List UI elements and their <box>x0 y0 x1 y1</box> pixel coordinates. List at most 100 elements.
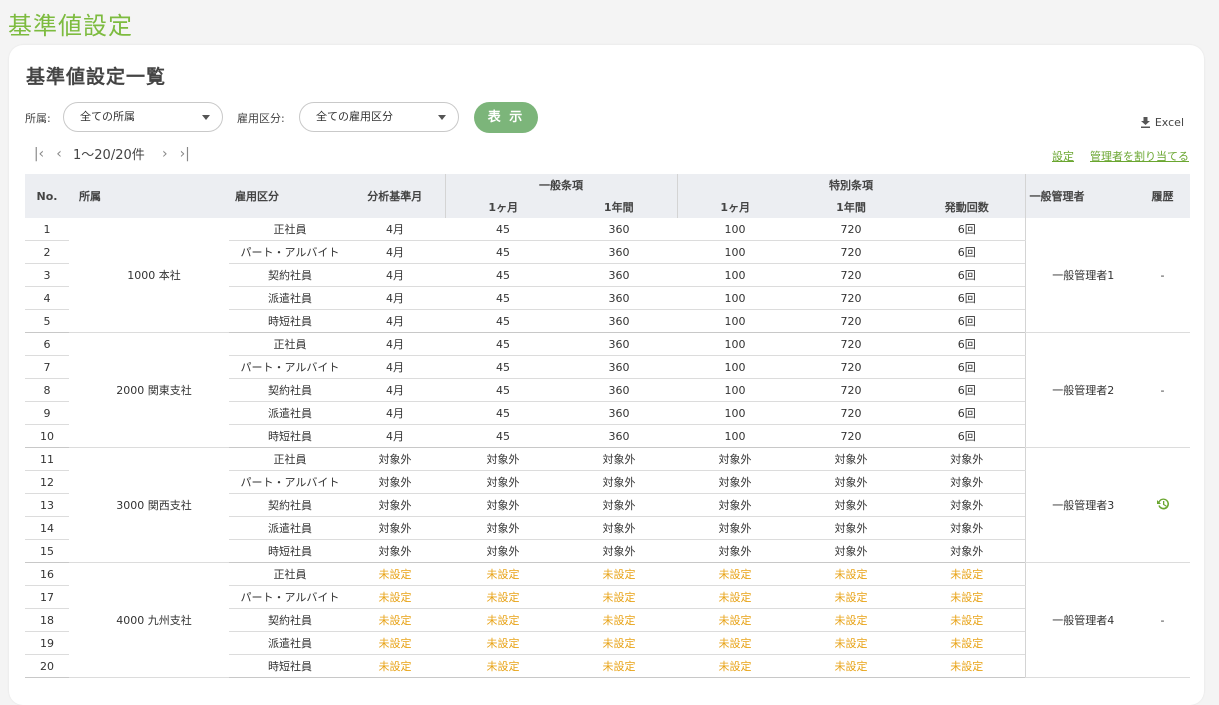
cell-general-year: 未設定 <box>561 654 677 678</box>
cell-no: 6 <box>25 332 69 356</box>
cell-special-count: 6回 <box>909 355 1025 379</box>
header-base-month: 分析基準月 <box>345 174 445 218</box>
show-button[interactable]: 表 示 <box>474 102 538 133</box>
prev-page-icon[interactable]: ‹ <box>49 146 69 162</box>
cell-special-month: 未設定 <box>677 585 793 609</box>
cell-special-year: 720 <box>793 240 909 264</box>
cell-special-year: 未設定 <box>793 654 909 678</box>
cell-special-count: 6回 <box>909 424 1025 448</box>
page-title: 基準値設定 <box>8 12 133 40</box>
cell-special-count: 対象外 <box>909 539 1025 563</box>
cell-special-year: 未設定 <box>793 631 909 655</box>
cell-manager: 一般管理者2 <box>1024 332 1135 448</box>
cell-special-count: 未設定 <box>909 654 1025 678</box>
cell-special-year: 対象外 <box>793 470 909 494</box>
emp-select[interactable]: 全ての雇用区分 <box>299 102 459 132</box>
header-special-count: 発動回数 <box>909 196 1025 218</box>
cell-special-year: 対象外 <box>793 539 909 563</box>
cell-manager: 一般管理者1 <box>1024 218 1135 333</box>
cell-general-year: 未設定 <box>561 562 677 586</box>
cell-special-year: 720 <box>793 401 909 425</box>
cell-base-month: 対象外 <box>345 447 445 471</box>
cell-special-month: 100 <box>677 218 793 241</box>
history-cell: - <box>1135 218 1190 333</box>
cell-special-count: 対象外 <box>909 516 1025 540</box>
cell-special-year: 720 <box>793 424 909 448</box>
header-dept: 所属 <box>69 174 229 218</box>
cell-emp: 契約社員 <box>229 608 345 632</box>
cell-special-year: 未設定 <box>793 608 909 632</box>
cell-general-year: 360 <box>561 218 677 241</box>
cell-emp: 派遣社員 <box>229 401 345 425</box>
table-row: 16 4000 九州支社 正社員 未設定 未設定 未設定 未設定 未設定 未設定 一般管理者4- <box>25 562 1190 678</box>
cell-general-month: 未設定 <box>445 654 561 678</box>
cell-special-month: 対象外 <box>677 539 793 563</box>
cell-emp: パート・アルバイト <box>229 240 345 264</box>
excel-download-button[interactable]: Excel <box>1140 116 1184 129</box>
first-page-icon[interactable]: |‹ <box>29 146 49 162</box>
cell-general-year: 360 <box>561 286 677 310</box>
cell-special-month: 未設定 <box>677 608 793 632</box>
cell-manager: 一般管理者4 <box>1024 562 1135 678</box>
cell-special-count: 対象外 <box>909 447 1025 471</box>
settings-link[interactable]: 設定 <box>1052 148 1074 164</box>
cell-general-year: 360 <box>561 424 677 448</box>
cell-special-count: 対象外 <box>909 493 1025 517</box>
cell-special-month: 100 <box>677 263 793 287</box>
cell-special-month: 未設定 <box>677 654 793 678</box>
cell-general-month: 45 <box>445 378 561 402</box>
cell-general-year: 対象外 <box>561 470 677 494</box>
cell-dept: 1000 本社 <box>69 218 229 333</box>
cell-special-count: 対象外 <box>909 470 1025 494</box>
cell-emp: 正社員 <box>229 218 345 241</box>
cell-general-month: 45 <box>445 401 561 425</box>
next-page-icon[interactable]: › <box>155 146 175 162</box>
chevron-down-icon <box>202 115 210 120</box>
cell-special-count: 6回 <box>909 309 1025 333</box>
cell-no: 19 <box>25 631 69 655</box>
cell-general-month: 未設定 <box>445 608 561 632</box>
cell-emp: 契約社員 <box>229 378 345 402</box>
cell-special-month: 100 <box>677 332 793 356</box>
action-links: 設定 管理者を割り当てる <box>1052 148 1189 164</box>
cell-general-month: 対象外 <box>445 539 561 563</box>
excel-label: Excel <box>1154 116 1184 129</box>
cell-general-month: 未設定 <box>445 631 561 655</box>
cell-special-count: 6回 <box>909 378 1025 402</box>
cell-special-count: 未設定 <box>909 562 1025 586</box>
cell-general-year: 対象外 <box>561 539 677 563</box>
cell-base-month: 4月 <box>345 332 445 356</box>
cell-base-month: 未設定 <box>345 585 445 609</box>
cell-general-year: 360 <box>561 332 677 356</box>
table-row: 6 2000 関東支社 正社員 4月 45 360 100 720 6回 一般管理者2- <box>25 332 1190 448</box>
cell-base-month: 4月 <box>345 309 445 333</box>
table-row: 1 1000 本社 正社員 4月 45 360 100 720 6回 一般管理者1- <box>25 218 1190 333</box>
cell-special-year: 720 <box>793 332 909 356</box>
emp-select-value: 全ての雇用区分 <box>316 110 393 123</box>
cell-general-month: 45 <box>445 218 561 241</box>
cell-no: 8 <box>25 378 69 402</box>
cell-special-year: 未設定 <box>793 585 909 609</box>
cell-special-month: 対象外 <box>677 516 793 540</box>
cell-emp: 正社員 <box>229 562 345 586</box>
history-icon[interactable] <box>1156 497 1170 511</box>
cell-special-count: 未設定 <box>909 608 1025 632</box>
cell-no: 2 <box>25 240 69 264</box>
cell-no: 4 <box>25 286 69 310</box>
assign-manager-link[interactable]: 管理者を割り当てる <box>1090 148 1189 164</box>
header-special-year: 1年間 <box>793 196 909 218</box>
header-special-month: 1ヶ月 <box>676 196 793 218</box>
cell-emp: 派遣社員 <box>229 631 345 655</box>
cell-no: 17 <box>25 585 69 609</box>
cell-special-year: 720 <box>793 309 909 333</box>
cell-emp: 派遣社員 <box>229 516 345 540</box>
last-page-icon[interactable]: ›| <box>175 146 195 162</box>
cell-special-count: 6回 <box>909 240 1025 264</box>
cell-no: 5 <box>25 309 69 333</box>
cell-base-month: 4月 <box>345 378 445 402</box>
cell-general-month: 45 <box>445 355 561 379</box>
dept-select[interactable]: 全ての所属 <box>63 102 223 132</box>
cell-no: 3 <box>25 263 69 287</box>
cell-general-month: 45 <box>445 286 561 310</box>
header-emp: 雇用区分 <box>229 174 345 218</box>
